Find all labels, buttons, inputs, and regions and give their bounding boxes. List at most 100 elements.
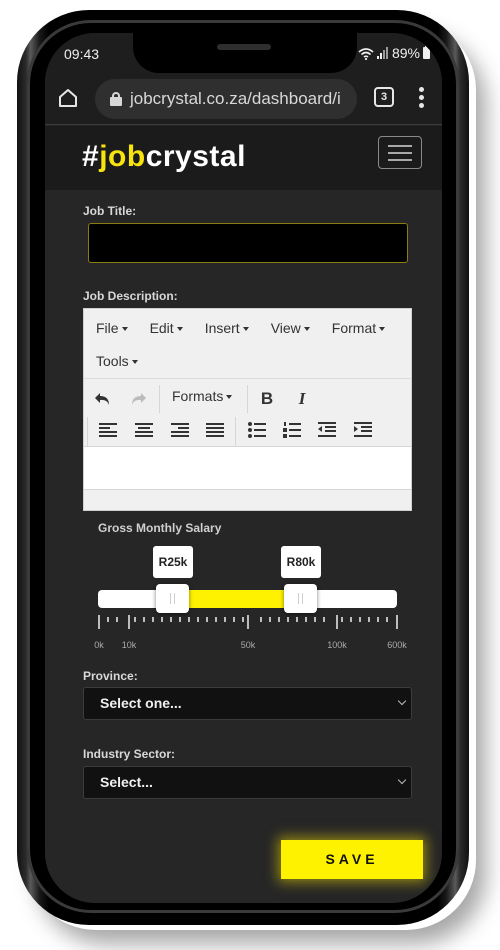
minor-tick — [134, 617, 136, 622]
editor-toolbar: Formats B I — [84, 378, 411, 448]
phone-notch — [133, 33, 357, 73]
province-label: Province: — [83, 669, 138, 683]
minor-tick — [260, 617, 262, 622]
salary-min-tooltip: R25k — [153, 546, 193, 578]
site-logo[interactable]: #jobcrystal — [82, 140, 246, 174]
major-tick — [336, 615, 338, 629]
minor-tick — [188, 617, 190, 622]
minor-tick — [368, 617, 370, 622]
minor-tick — [206, 617, 208, 622]
tick-label: 50k — [240, 640, 256, 650]
minor-tick — [269, 617, 271, 622]
salary-label: Gross Monthly Salary — [98, 521, 222, 535]
industry-sector-label: Industry Sector: — [83, 747, 176, 761]
minor-tick — [341, 617, 343, 622]
industry-selected-value: Select... — [100, 774, 153, 790]
logo-hash: # — [82, 140, 100, 173]
editor-menubar: File Edit Insert View Format Tools — [84, 309, 411, 378]
job-title-label: Job Title: — [83, 204, 137, 218]
minor-tick — [305, 617, 307, 622]
site-header: #jobcrystal — [45, 126, 442, 190]
menu-insert[interactable]: Insert — [199, 312, 255, 345]
caret-down-icon — [131, 360, 138, 365]
salary-min-handle[interactable] — [156, 584, 189, 613]
bold-icon[interactable]: B — [256, 389, 278, 409]
toolbar-separator — [159, 385, 160, 413]
caret-down-icon — [176, 327, 183, 332]
salary-max-handle[interactable] — [284, 584, 317, 613]
menu-format[interactable]: Format — [326, 312, 391, 345]
editor-content-area[interactable] — [84, 446, 411, 490]
tick-label: 600k — [387, 640, 407, 650]
major-tick — [128, 615, 130, 629]
minor-tick — [242, 617, 244, 622]
menu-edit[interactable]: Edit — [144, 312, 189, 345]
url-text: jobcrystal.co.za/dashboard/i — [130, 89, 341, 108]
signal-icon — [376, 47, 388, 59]
minor-tick — [224, 617, 226, 622]
numbered-list-icon[interactable] — [281, 420, 303, 440]
speaker-grille — [217, 44, 271, 50]
tabs-count-button[interactable]: 3 — [374, 87, 394, 107]
province-select[interactable]: Select one... — [83, 687, 412, 720]
minor-tick — [179, 617, 181, 622]
minor-tick — [386, 617, 388, 622]
minor-tick — [314, 617, 316, 622]
address-bar[interactable]: jobcrystal.co.za/dashboard/i — [95, 79, 357, 119]
browser-toolbar: jobcrystal.co.za/dashboard/i 3 — [45, 75, 442, 125]
minor-tick — [278, 617, 280, 622]
minor-tick — [233, 617, 235, 622]
save-button[interactable]: SAVE — [281, 840, 423, 879]
more-vert-icon[interactable] — [419, 87, 425, 109]
align-justify-icon[interactable] — [204, 420, 226, 440]
caret-down-icon — [226, 395, 233, 400]
caret-down-icon — [121, 327, 128, 332]
minor-tick — [116, 617, 118, 622]
status-icons: 89% — [358, 45, 430, 61]
wifi-icon — [358, 47, 374, 60]
caret-down-icon — [303, 327, 310, 332]
undo-icon[interactable] — [92, 389, 114, 409]
italic-icon[interactable]: I — [291, 389, 313, 409]
formats-dropdown[interactable]: Formats — [172, 388, 233, 404]
battery-percent: 89% — [391, 45, 420, 61]
lock-icon — [110, 92, 122, 106]
minor-tick — [215, 617, 217, 622]
align-center-icon[interactable] — [133, 420, 155, 440]
salary-range-fill — [188, 590, 298, 608]
major-tick — [247, 615, 249, 629]
minor-tick — [197, 617, 199, 622]
chevron-down-icon — [397, 696, 407, 706]
minor-tick — [143, 617, 145, 622]
job-description-label: Job Description: — [83, 289, 178, 303]
salary-max-tooltip: R80k — [281, 546, 321, 578]
bullet-list-icon[interactable] — [246, 420, 268, 440]
home-icon[interactable] — [57, 87, 79, 109]
menu-file[interactable]: File — [90, 312, 134, 345]
major-tick — [396, 615, 398, 629]
tick-label: 100k — [327, 640, 347, 650]
tick-label: 10k — [121, 640, 137, 650]
align-left-icon[interactable] — [97, 420, 119, 440]
toolbar-separator — [247, 385, 248, 413]
job-title-input[interactable] — [88, 223, 408, 263]
menu-view[interactable]: View — [265, 312, 316, 345]
minor-tick — [287, 617, 289, 622]
minor-tick — [296, 617, 298, 622]
hamburger-menu-button[interactable] — [378, 136, 422, 169]
toolbar-separator — [87, 417, 88, 447]
minor-tick — [152, 617, 154, 622]
salary-slider-ticks — [98, 615, 398, 631]
outdent-icon[interactable] — [316, 420, 338, 440]
indent-icon[interactable] — [352, 420, 374, 440]
hamburger-icon — [388, 145, 412, 147]
province-selected-value: Select one... — [100, 695, 182, 711]
redo-icon[interactable] — [127, 389, 149, 409]
menu-tools[interactable]: Tools — [90, 345, 144, 378]
toolbar-separator — [235, 417, 236, 447]
status-time: 09:43 — [64, 46, 100, 62]
minor-tick — [350, 617, 352, 622]
industry-sector-select[interactable]: Select... — [83, 766, 412, 799]
logo-accent: job — [99, 140, 146, 173]
align-right-icon[interactable] — [169, 420, 191, 440]
